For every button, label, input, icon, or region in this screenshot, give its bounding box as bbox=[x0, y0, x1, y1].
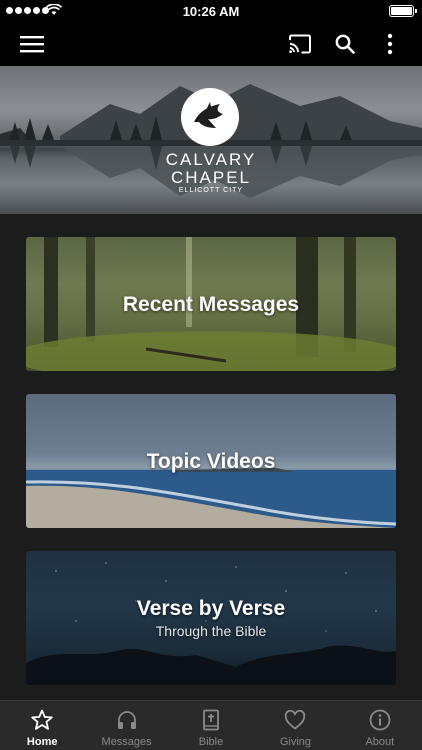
recent-messages-card[interactable]: Recent Messages bbox=[26, 237, 396, 371]
tab-about[interactable]: About bbox=[338, 701, 422, 750]
brand-name-line2: CHAPEL bbox=[170, 168, 252, 187]
status-bar: 10:26 AM bbox=[0, 0, 422, 22]
tab-messages[interactable]: Messages bbox=[84, 701, 168, 750]
topic-videos-card[interactable]: Topic Videos bbox=[26, 394, 396, 528]
app-toolbar bbox=[0, 22, 422, 66]
church-logo bbox=[181, 88, 239, 146]
headphones-icon bbox=[117, 711, 136, 729]
card-subtitle: Through the Bible bbox=[155, 623, 267, 639]
brand-name-line1: CALVARY bbox=[165, 150, 257, 169]
tab-label: Home bbox=[26, 736, 58, 748]
hamburger-menu-icon[interactable] bbox=[16, 28, 48, 60]
vertical-ellipsis-icon[interactable] bbox=[374, 28, 406, 60]
bible-icon bbox=[203, 709, 219, 731]
card-title: Topic Videos bbox=[146, 450, 276, 473]
card-title: Recent Messages bbox=[122, 293, 300, 316]
info-icon bbox=[369, 709, 391, 731]
tab-home[interactable]: Home bbox=[0, 701, 84, 750]
tab-label: Messages bbox=[101, 736, 152, 748]
battery-icon bbox=[389, 5, 417, 17]
status-time: 10:26 AM bbox=[182, 4, 240, 19]
heart-icon bbox=[285, 709, 306, 730]
tab-label: Bible bbox=[198, 736, 224, 748]
tab-label: Giving bbox=[279, 736, 312, 748]
brand-location: ELLICOTT CITY bbox=[178, 187, 244, 194]
star-icon bbox=[31, 709, 53, 730]
card-title: Verse by Verse bbox=[136, 597, 286, 620]
verse-by-verse-card[interactable]: Verse by Verse Through the Bible bbox=[26, 551, 396, 685]
cast-icon[interactable] bbox=[284, 28, 316, 60]
church-header-banner: CALVARY CHAPEL ELLICOTT CITY bbox=[0, 66, 422, 214]
bottom-tab-bar: Home Messages Bible Giving About bbox=[0, 700, 422, 750]
tab-bible[interactable]: Bible bbox=[169, 701, 253, 750]
tab-giving[interactable]: Giving bbox=[253, 701, 337, 750]
dove-logo-icon bbox=[194, 102, 223, 128]
home-content: Recent Messages Topic Videos Verse by Ve… bbox=[0, 214, 422, 700]
search-icon[interactable] bbox=[329, 28, 361, 60]
tab-label: About bbox=[365, 736, 395, 748]
